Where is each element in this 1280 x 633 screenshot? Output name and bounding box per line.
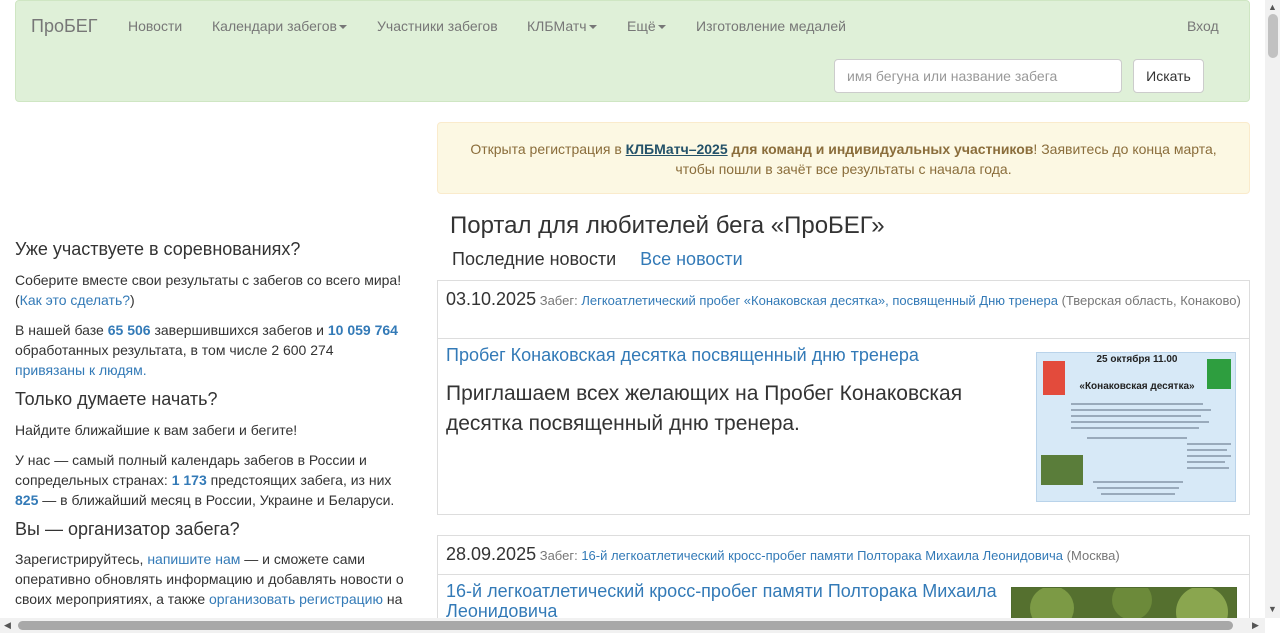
login-link[interactable]: Вход — [1187, 18, 1219, 34]
nav-participants-label: Участники забегов — [377, 18, 498, 34]
month-races-count: 825 — [15, 491, 39, 508]
caret-down-icon — [338, 25, 347, 30]
nav-medals-label: Изготовление медалей — [696, 18, 846, 34]
news-poster-image[interactable]: 25 октября 11.00 «Конаковская десятка» — [1036, 352, 1236, 502]
horizontal-scrollbar[interactable]: ◀ ▶ — [0, 618, 1265, 633]
collect-results-sentence: Соберите вместе свои результаты с забего… — [15, 271, 402, 288]
nav-news-label: Новости — [128, 18, 183, 34]
stats-text-b: завершившихся забегов и — [150, 321, 328, 338]
calendar-text-c: — в ближайший месяц в России, Украине и … — [38, 491, 395, 508]
scroll-up-arrow-icon[interactable]: ▲ — [1268, 2, 1277, 12]
caret-down-icon — [657, 25, 666, 30]
search-input[interactable] — [834, 59, 1122, 93]
race-label: Забег: — [539, 548, 578, 563]
nav-more-label: Ещё — [627, 18, 656, 34]
alert-bold-text: для команд и индивидуальных участников — [727, 141, 1034, 157]
caret-down-icon — [588, 25, 597, 30]
stats-text-c: обработанных результата, в том числе 2 6… — [15, 341, 334, 358]
nav-medals[interactable]: Изготовление медалей — [696, 18, 846, 34]
write-us-link[interactable]: напишите нам — [147, 551, 240, 567]
scroll-left-arrow-icon[interactable]: ◀ — [4, 620, 11, 631]
organizer-text-a: Зарегистрируйтесь, — [15, 551, 148, 568]
news-header: 28.09.2025 Забег: 16-й легкоатлетический… — [438, 536, 1249, 575]
race-link[interactable]: Легкоатлетический пробег «Конаковская де… — [581, 293, 1058, 308]
news-body: Пробег Конаковская десятка посвященный д… — [438, 339, 1249, 502]
poster-photo-shape — [1041, 455, 1083, 485]
scroll-down-arrow-icon[interactable]: ▼ — [1268, 604, 1277, 614]
horizontal-scroll-thumb[interactable] — [18, 621, 1233, 630]
calendar-stats-text: У нас — самый полный календарь забегов в… — [15, 450, 407, 510]
race-place: (Москва) — [1066, 548, 1120, 563]
nav-more-dropdown[interactable]: Ещё — [627, 18, 666, 34]
tab-all-news[interactable]: Все новости — [630, 247, 753, 272]
organizer-text: Зарегистрируйтесь, напишите нам — и смож… — [15, 549, 407, 609]
poster-title-text: «Конаковская десятка» — [1079, 381, 1195, 392]
news-tabs: Последние новости Все новости — [442, 247, 753, 277]
search-button[interactable]: Искать — [1133, 59, 1204, 93]
find-races-text: Найдите ближайшие к вам забеги и бегите! — [15, 421, 298, 438]
page-title: Портал для любителей бега «ПроБЕГ» — [450, 212, 885, 239]
heading-organizer: Вы — организатор забега? — [15, 518, 240, 539]
nav-calendars-dropdown[interactable]: Календари забегов — [212, 18, 347, 34]
news-item: 03.10.2025 Забег: Легкоатлетический проб… — [437, 280, 1250, 515]
news-header: 03.10.2025 Забег: Легкоатлетический проб… — [438, 281, 1249, 339]
brand-logo-link[interactable]: ПроБЕГ — [31, 16, 98, 37]
linked-to-people-link[interactable]: привязаны к людям. — [15, 362, 147, 378]
races-count: 65 506 — [107, 321, 151, 338]
organize-registration-link[interactable]: организовать регистрацию — [209, 591, 383, 607]
nav-participants[interactable]: Участники забегов — [377, 18, 498, 34]
stats-text-a: В нашей базе — [15, 321, 108, 338]
nav-klbmatch-label: КЛБМатч — [527, 18, 587, 34]
results-count: 10 059 764 — [327, 321, 398, 338]
poster-graphic — [1037, 353, 1235, 501]
left-sidebar: Уже участвуете в соревнованиях? Соберите… — [15, 239, 407, 619]
race-place: (Тверская область, Конаково) — [1061, 293, 1241, 308]
heading-already-participating: Уже участвуете в соревнованиях? — [15, 239, 301, 259]
race-label: Забег: — [539, 293, 578, 308]
news-date: 28.09.2025 — [446, 544, 537, 564]
collect-results-text: Соберите вместе свои результаты с забего… — [15, 270, 407, 310]
how-to-link[interactable]: Как это сделать? — [20, 292, 130, 308]
news-title-link[interactable]: 16-й легкоатлетический кросс-пробег памя… — [446, 581, 1006, 621]
paren-close: ) — [130, 291, 135, 308]
upcoming-races-count: 1 173 — [171, 471, 207, 488]
poster-date-text: 25 октября 11.00 — [1096, 354, 1178, 365]
nav-calendars-label: Календари забегов — [212, 18, 337, 34]
news-title-link[interactable]: Пробег Конаковская десятка посвященный д… — [446, 345, 1006, 365]
database-stats-text: В нашей базе 65 506 завершившихся забего… — [15, 320, 407, 380]
vertical-scroll-thumb[interactable] — [1268, 14, 1278, 58]
nav-news[interactable]: Новости — [128, 18, 182, 34]
klbmatch-2025-link[interactable]: КЛБМатч–2025 — [626, 141, 728, 157]
heading-just-starting: Только думаете начать? — [15, 388, 218, 409]
race-link[interactable]: 16-й легкоатлетический кросс-пробег памя… — [581, 548, 1063, 563]
news-date: 03.10.2025 — [446, 289, 537, 309]
nav-klbmatch-dropdown[interactable]: КЛБМатч — [527, 18, 597, 34]
registration-alert: Открыта регистрация в КЛБМатч–2025 для к… — [437, 122, 1250, 194]
top-navbar: ПроБЕГ Новости Календари забегов Участни… — [15, 0, 1250, 102]
alert-prefix: Открыта регистрация в — [470, 141, 626, 157]
tab-latest-news[interactable]: Последние новости — [442, 247, 626, 272]
calendar-text-b: предстоящих забега, из них — [206, 471, 392, 488]
scroll-right-arrow-icon[interactable]: ▶ — [1252, 620, 1259, 631]
vertical-scrollbar[interactable]: ▲ ▼ — [1265, 0, 1280, 618]
news-text: Приглашаем всех желающих на Пробег Конак… — [446, 382, 963, 435]
organizer-text-c: на — [382, 591, 403, 608]
